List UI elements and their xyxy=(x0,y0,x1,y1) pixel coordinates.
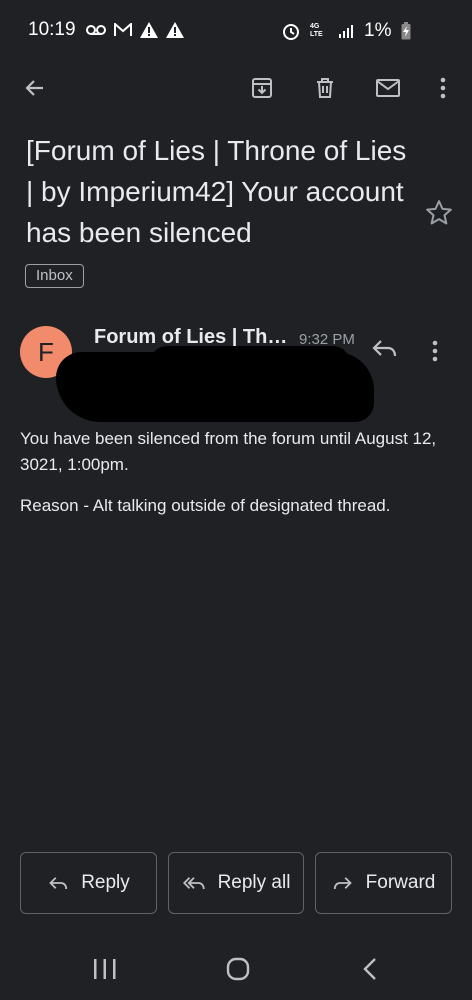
battery-charging-icon xyxy=(401,22,411,40)
more-vert-icon xyxy=(432,340,438,362)
forward-label: Forward xyxy=(365,872,436,893)
body-paragraph: Reason - Alt talking outside of designat… xyxy=(20,496,391,515)
archive-icon xyxy=(252,78,272,98)
warning-icon xyxy=(166,22,184,38)
status-time: 10:19 xyxy=(28,19,76,40)
reply-icon xyxy=(372,340,397,357)
home-icon xyxy=(226,957,250,981)
forward-icon xyxy=(333,877,352,890)
status-bar: 10:19 4G LTE 1% xyxy=(0,0,472,62)
reply-all-icon xyxy=(182,877,205,890)
reply-button[interactable]: Reply xyxy=(20,852,157,914)
battery-percent: 1% xyxy=(364,20,392,41)
email-subject: [Forum of Lies | Throne of Lies | by Imp… xyxy=(26,135,407,248)
system-nav-bar xyxy=(0,940,472,1000)
recents-icon xyxy=(94,959,116,979)
warning-icon xyxy=(140,22,158,38)
archive-button[interactable] xyxy=(240,66,284,110)
toolbar xyxy=(0,66,472,114)
status-notification-icons xyxy=(86,22,184,38)
mail-icon xyxy=(376,79,400,97)
more-vert-icon xyxy=(440,77,446,99)
recents-button[interactable] xyxy=(92,958,118,985)
mark-unread-button[interactable] xyxy=(366,66,410,110)
back-button[interactable] xyxy=(13,66,57,110)
star-button[interactable] xyxy=(424,198,454,233)
reply-all-label: Reply all xyxy=(217,872,291,893)
trash-icon xyxy=(317,78,333,98)
voicemail-icon xyxy=(86,25,106,35)
more-options-button[interactable] xyxy=(421,66,465,110)
inbox-label-chip[interactable]: Inbox xyxy=(25,264,84,288)
star-icon xyxy=(426,200,452,225)
back-nav-button[interactable] xyxy=(362,957,378,986)
message-more-button[interactable] xyxy=(432,340,438,367)
delete-button[interactable] xyxy=(303,66,347,110)
forward-button[interactable]: Forward xyxy=(315,852,452,914)
chevron-left-icon xyxy=(363,958,376,980)
reply-icon xyxy=(49,877,68,890)
arrow-back-icon xyxy=(25,80,43,96)
quick-reply-button[interactable] xyxy=(370,336,398,365)
status-system-icons: 4G LTE 1% xyxy=(282,20,411,42)
redaction-scribble xyxy=(56,352,374,422)
network-type: 4G LTE xyxy=(310,23,323,38)
reply-all-button[interactable]: Reply all xyxy=(168,852,304,914)
gmail-icon xyxy=(114,23,132,36)
body-paragraph: You have been silenced from the forum un… xyxy=(20,429,437,474)
email-body: You have been silenced from the forum un… xyxy=(20,426,450,534)
alarm-icon xyxy=(283,24,299,40)
reply-label: Reply xyxy=(81,872,130,893)
home-button[interactable] xyxy=(226,957,250,986)
signal-icon xyxy=(339,25,353,38)
